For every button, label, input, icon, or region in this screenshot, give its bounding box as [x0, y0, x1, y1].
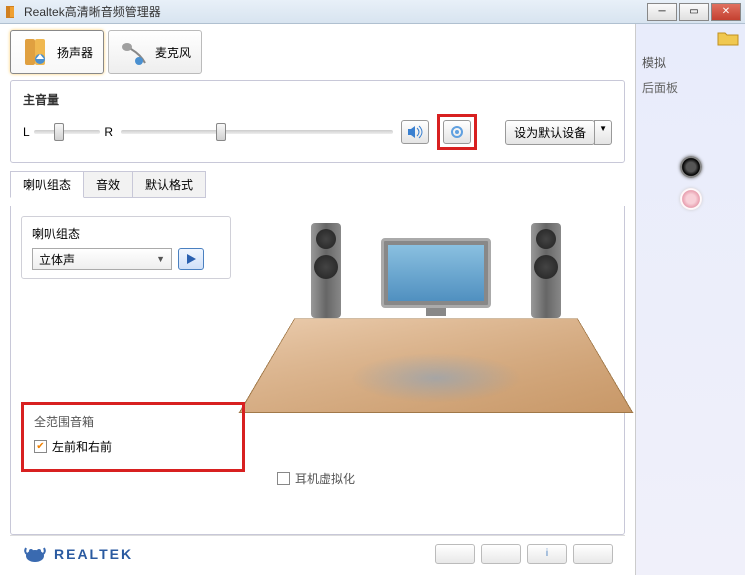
speaker-config-value: 立体声	[39, 251, 75, 268]
connector-icon	[450, 125, 464, 139]
room-visualization	[271, 218, 601, 448]
tab-microphone-label: 麦克风	[155, 44, 191, 61]
footer-button-2[interactable]	[481, 544, 521, 564]
footer-button-1[interactable]	[435, 544, 475, 564]
rear-jack-black[interactable]	[680, 156, 702, 178]
tab-speakers-label: 扬声器	[57, 44, 93, 61]
side-title: 模拟	[642, 54, 739, 71]
side-sub: 后面板	[642, 79, 739, 96]
balance-slider[interactable]: L R	[23, 125, 113, 139]
tab-sound-effect[interactable]: 音效	[83, 171, 133, 198]
brand-text: REALTEK	[54, 546, 133, 562]
speaker-icon	[21, 37, 51, 67]
balance-left-label: L	[23, 125, 30, 139]
config-panel: 喇叭组态 立体声 ▼	[10, 206, 625, 535]
folder-icon[interactable]	[717, 30, 739, 49]
balance-right-label: R	[104, 125, 113, 139]
headphone-virtualization-checkbox[interactable]: 耳机虚拟化	[277, 470, 355, 487]
connector-settings-button[interactable]	[443, 120, 471, 144]
monitor-graphic	[381, 238, 491, 308]
chevron-down-icon: ▼	[156, 254, 165, 264]
play-icon	[185, 253, 197, 265]
right-speaker-graphic[interactable]	[531, 223, 561, 318]
full-range-title: 全范围音箱	[34, 413, 222, 430]
titlebar: Realtek高清晰音频管理器 ─ ▭ ✕	[0, 0, 745, 24]
tab-microphone[interactable]: 麦克风	[108, 30, 202, 74]
close-button[interactable]: ✕	[711, 3, 741, 21]
volume-panel: 主音量 L R	[10, 80, 625, 163]
checkbox-unchecked-icon	[277, 472, 290, 485]
volume-slider[interactable]	[121, 130, 393, 134]
test-play-button[interactable]	[178, 248, 204, 270]
microphone-icon	[119, 37, 149, 67]
minimize-button[interactable]: ─	[647, 3, 677, 21]
maximize-button[interactable]: ▭	[679, 3, 709, 21]
device-tabs: 扬声器 麦克风	[10, 30, 625, 74]
app-icon	[4, 4, 20, 20]
window-title: Realtek高清晰音频管理器	[24, 3, 645, 20]
mute-button[interactable]	[401, 120, 429, 144]
crab-icon	[22, 544, 48, 564]
speaker-sound-icon	[407, 125, 423, 139]
config-tabs: 喇叭组态 音效 默认格式	[10, 171, 625, 198]
speaker-config-label: 喇叭组态	[32, 225, 220, 242]
highlight-box-connector	[437, 114, 477, 150]
ok-button[interactable]	[573, 544, 613, 564]
footer: REALTEK i	[10, 535, 625, 571]
set-default-dropdown[interactable]: ▼	[594, 120, 612, 145]
highlight-box-full-range: 全范围音箱 ✔ 左前和右前	[21, 402, 245, 472]
headphone-virtualization-row: 耳机虚拟化	[277, 470, 355, 487]
speaker-config-select[interactable]: 立体声 ▼	[32, 248, 172, 270]
info-button[interactable]: i	[527, 544, 567, 564]
speaker-config-group: 喇叭组态 立体声 ▼	[21, 216, 231, 279]
full-range-front-lr-checkbox[interactable]: ✔ 左前和右前	[34, 438, 112, 455]
rear-jack-pink[interactable]	[680, 188, 702, 210]
set-default-button[interactable]: 设为默认设备	[505, 120, 595, 145]
volume-label: 主音量	[23, 91, 612, 108]
tab-speaker-config[interactable]: 喇叭组态	[10, 171, 84, 198]
headphone-virtualization-label: 耳机虚拟化	[295, 470, 355, 487]
realtek-logo: REALTEK	[22, 544, 133, 564]
tab-default-format[interactable]: 默认格式	[132, 171, 206, 198]
side-panel: 模拟 后面板	[635, 24, 745, 575]
tab-speakers[interactable]: 扬声器	[10, 30, 104, 74]
full-range-front-lr-label: 左前和右前	[52, 438, 112, 455]
left-speaker-graphic[interactable]	[311, 223, 341, 318]
checkbox-checked-icon: ✔	[34, 440, 47, 453]
